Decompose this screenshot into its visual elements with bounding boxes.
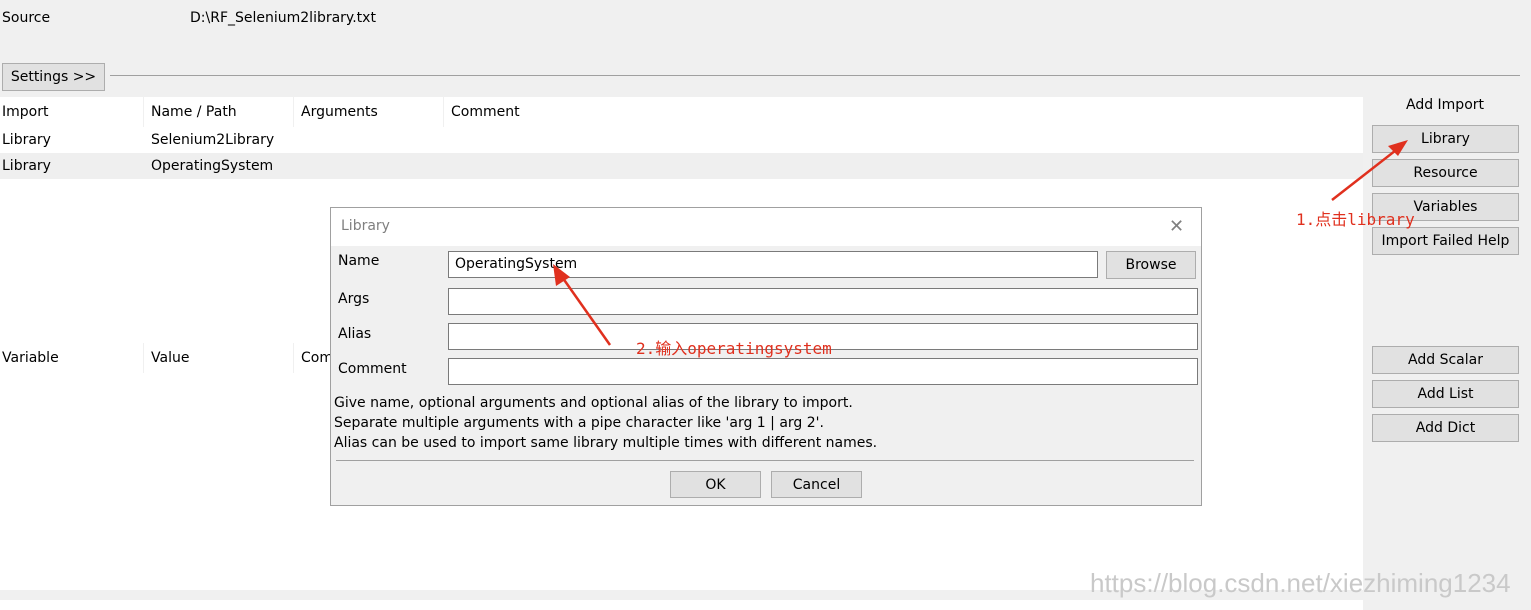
annotation-arrows xyxy=(553,140,1408,346)
arrow-to-library-button xyxy=(1331,146,1401,201)
annotation-step2: 2.输入operatingsystem xyxy=(636,339,832,358)
watermark: https://blog.csdn.net/xiezhiming1234 xyxy=(1090,568,1511,598)
arrow-to-name-field xyxy=(558,273,612,346)
annotation-step1: 1.点击library xyxy=(1296,210,1415,229)
